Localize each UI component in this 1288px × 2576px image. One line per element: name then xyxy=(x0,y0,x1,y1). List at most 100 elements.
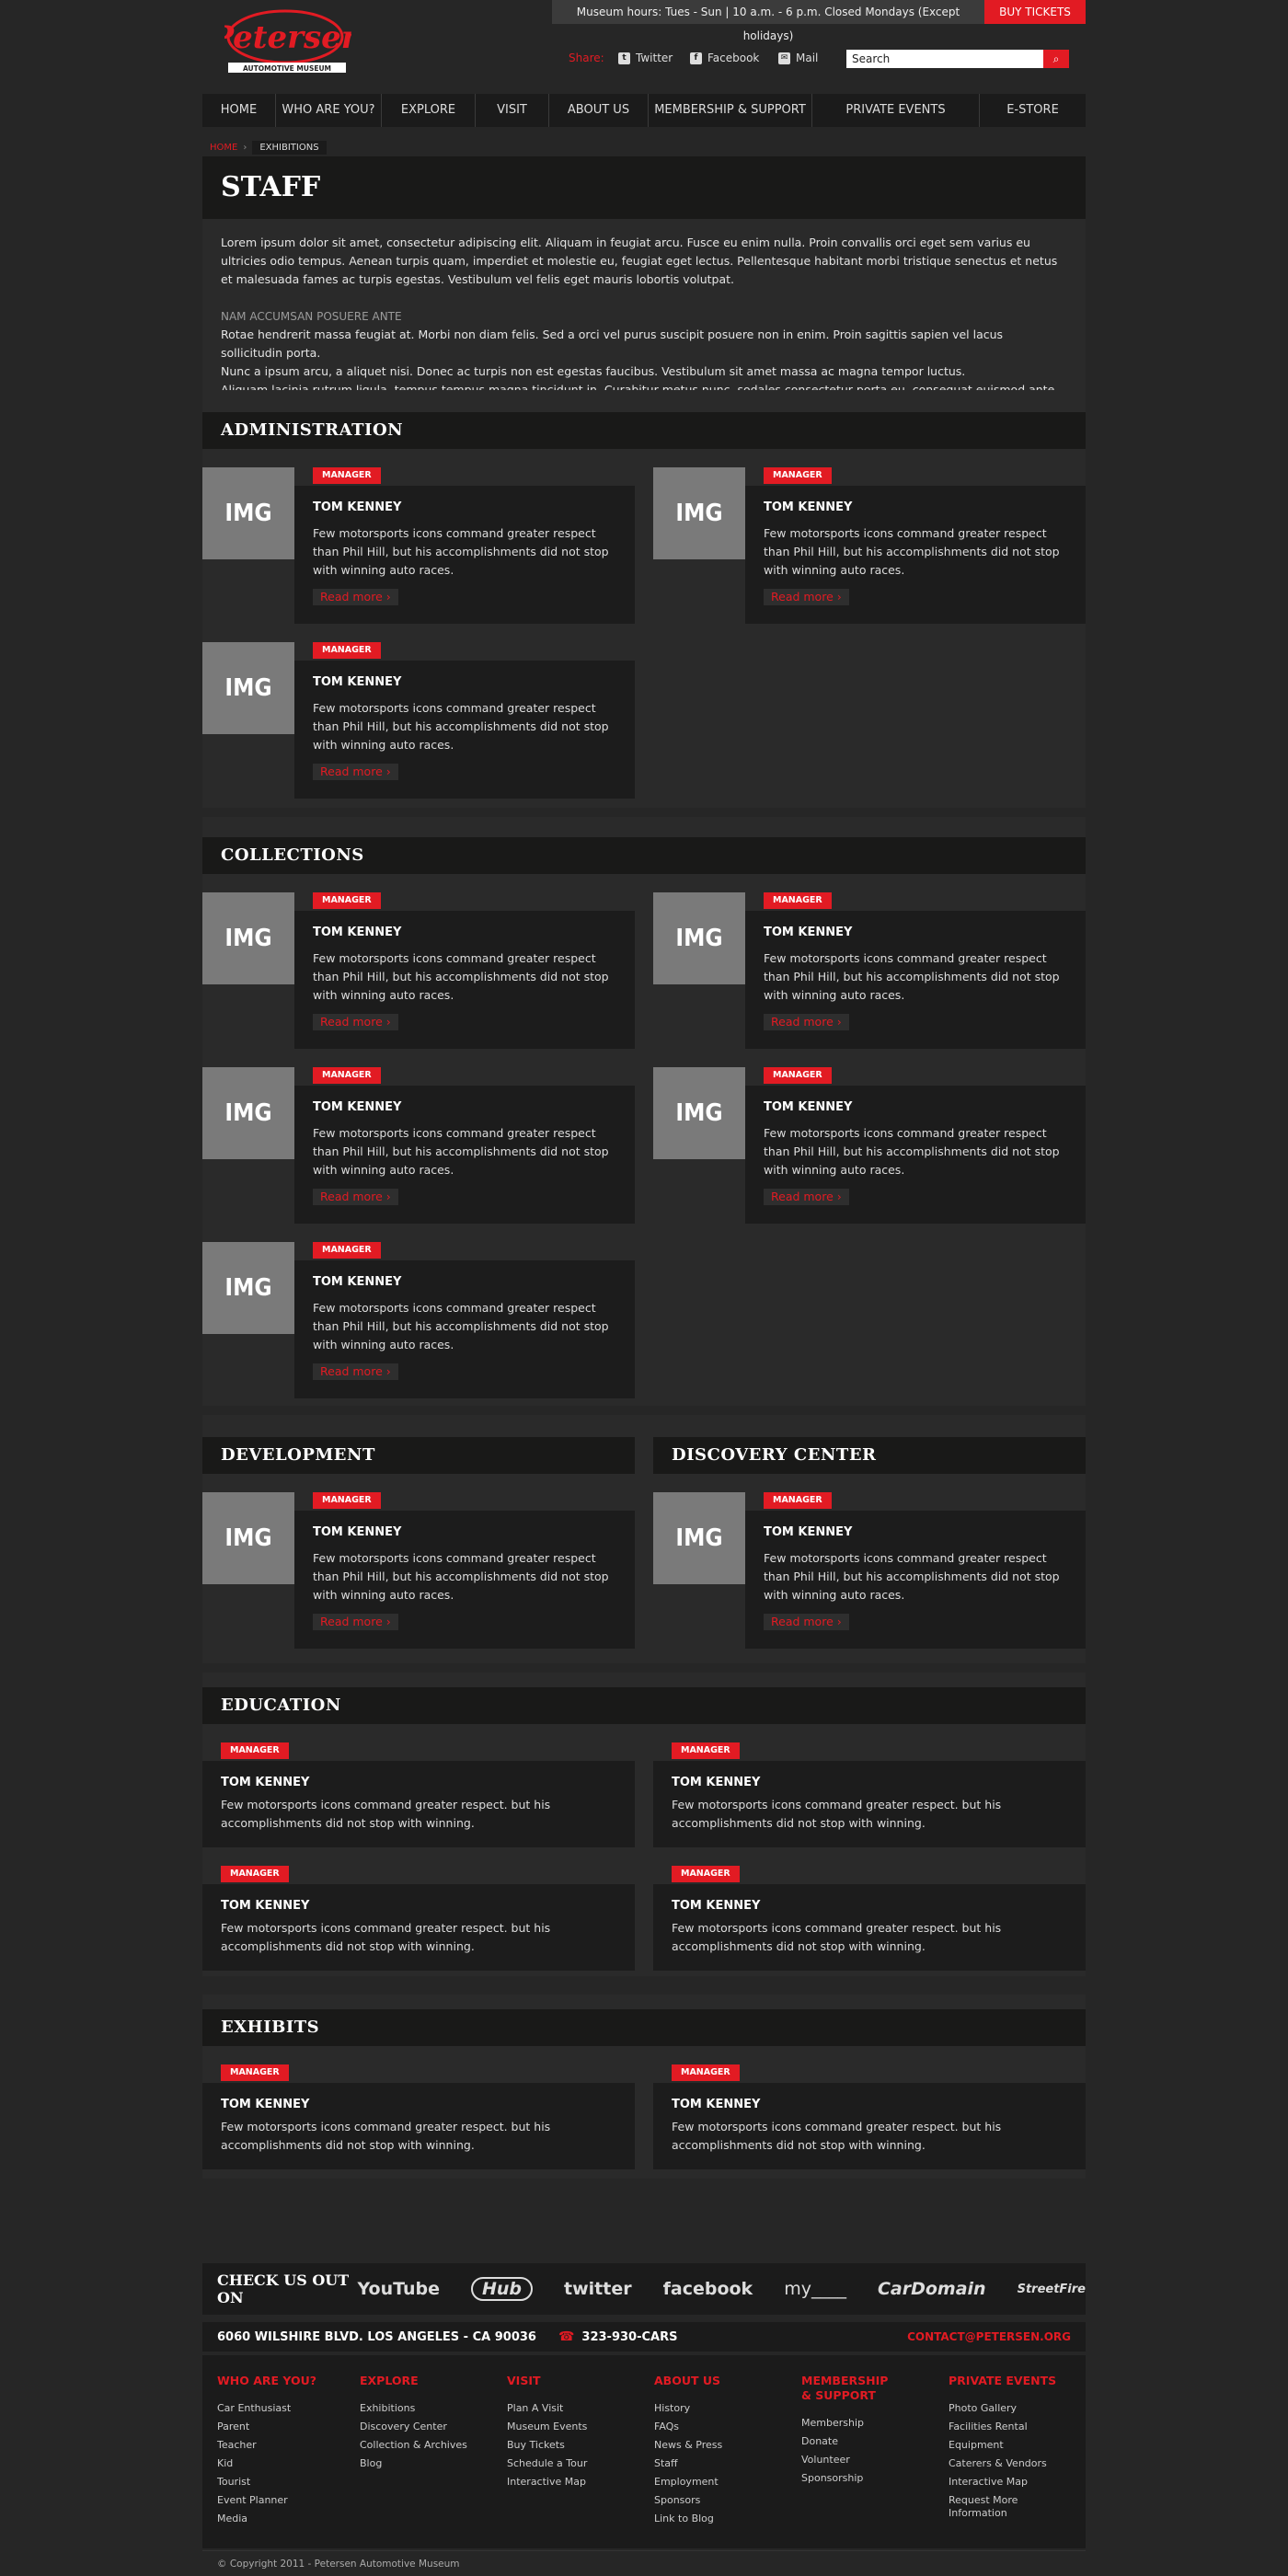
nav-e-store[interactable]: E-STORE xyxy=(980,94,1086,127)
read-more-link[interactable]: Read more › xyxy=(764,1189,849,1205)
footer-link[interactable]: Staff xyxy=(654,2455,792,2473)
read-more-link[interactable]: Read more › xyxy=(313,589,398,605)
footer-link[interactable]: Request More Information xyxy=(949,2491,1059,2520)
role-badge: MANAGER xyxy=(313,892,381,909)
twitter-logo[interactable]: twitter xyxy=(564,2279,632,2299)
read-more-link[interactable]: Read more › xyxy=(313,1014,398,1030)
footer-link[interactable]: Schedule a Tour xyxy=(507,2455,645,2473)
footer-column: EXPLORE Exhibitions Discovery Center Col… xyxy=(360,2374,498,2473)
nav-membership-support[interactable]: MEMBERSHIP & SUPPORT xyxy=(649,94,812,127)
footer-link[interactable]: Discovery Center xyxy=(360,2418,498,2436)
staff-description: Few motorsports icons command greater re… xyxy=(313,1551,609,1602)
footer-link[interactable]: Donate xyxy=(801,2432,893,2451)
nav-visit[interactable]: VISIT xyxy=(476,94,549,127)
buy-tickets-button[interactable]: BUY TICKETS xyxy=(984,0,1086,24)
footer-link[interactable]: Kid xyxy=(217,2455,355,2473)
staff-photo: IMG xyxy=(202,1492,294,1584)
footer-link[interactable]: Teacher xyxy=(217,2436,355,2455)
footer-link[interactable]: Car Enthusiast xyxy=(217,2399,355,2418)
petersen-logo[interactable]: Petersen AUTOMOTIVE MUSEUM xyxy=(209,6,364,75)
staff-card: IMG MANAGER TOM KENNEY Few motorsports i… xyxy=(653,1067,1086,1224)
footer-link[interactable]: Buy Tickets xyxy=(507,2436,645,2455)
nav-about-us[interactable]: ABOUT US xyxy=(549,94,649,127)
footer-link[interactable]: Media xyxy=(217,2510,355,2528)
share-facebook[interactable]: f Facebook xyxy=(690,52,759,64)
role-badge: MANAGER xyxy=(672,1866,740,1882)
read-more-link[interactable]: Read more › xyxy=(764,1614,849,1630)
staff-name: TOM KENNEY xyxy=(313,1100,402,1114)
footer-column-title[interactable]: PRIVATE EVENTS xyxy=(949,2374,1059,2388)
read-more-link[interactable]: Read more › xyxy=(313,1189,398,1205)
section-title: EDUCATION xyxy=(221,1696,341,1715)
footer-link[interactable]: Interactive Map xyxy=(507,2473,645,2491)
section-title: ADMINISTRATION xyxy=(221,420,404,440)
footer-column-title[interactable]: MEMBERSHIP & SUPPORT xyxy=(801,2374,893,2403)
staff-name: TOM KENNEY xyxy=(672,1776,761,1789)
cardomain-logo[interactable]: CarDomain xyxy=(878,2279,986,2299)
staff-description: Few motorsports icons command greater re… xyxy=(764,1551,1060,1602)
role-badge: MANAGER xyxy=(764,1067,832,1084)
footer-link[interactable]: Membership xyxy=(801,2414,893,2432)
staff-photo: IMG xyxy=(653,892,745,984)
myspace-logo[interactable]: my____ xyxy=(784,2279,846,2299)
share-twitter[interactable]: t Twitter xyxy=(618,52,673,64)
nav-explore[interactable]: EXPLORE xyxy=(382,94,476,127)
footer-link[interactable]: Collection & Archives xyxy=(360,2436,498,2455)
footer-link[interactable]: Sponsorship xyxy=(801,2469,893,2488)
twitter-icon: t xyxy=(618,52,630,64)
footer-column: ABOUT US History FAQs News & Press Staff… xyxy=(654,2374,792,2528)
footer-link[interactable]: Blog xyxy=(360,2455,498,2473)
read-more-link[interactable]: Read more › xyxy=(764,589,849,605)
footer-column-title[interactable]: WHO ARE YOU? xyxy=(217,2374,355,2388)
footer-link[interactable]: Photo Gallery xyxy=(949,2399,1059,2418)
share-mail[interactable]: ✉ Mail xyxy=(778,52,818,64)
footer-link[interactable]: Facilities Rental xyxy=(949,2418,1059,2436)
role-badge: MANAGER xyxy=(221,1742,289,1759)
hub-logo[interactable]: Hub xyxy=(471,2277,534,2301)
footer-link[interactable]: Sponsors xyxy=(654,2491,792,2510)
footer-link[interactable]: Event Planner xyxy=(217,2491,355,2510)
streetfire-logo[interactable]: StreetFire xyxy=(1018,2283,1086,2296)
page-title: STAFF xyxy=(221,171,321,203)
youtube-logo[interactable]: YouTube xyxy=(358,2279,440,2299)
footer-link[interactable]: History xyxy=(654,2399,792,2418)
read-more-link[interactable]: Read more › xyxy=(313,1363,398,1380)
social-bar: CHECK US OUT ON YouTube Hub twitter face… xyxy=(202,2263,1086,2315)
staff-name: TOM KENNEY xyxy=(764,500,853,514)
search-input[interactable] xyxy=(846,50,1043,68)
read-more-link[interactable]: Read more › xyxy=(764,1014,849,1030)
staff-name: TOM KENNEY xyxy=(313,675,402,689)
staff-description: Few motorsports icons command greater re… xyxy=(764,1126,1060,1177)
footer-link[interactable]: Plan A Visit xyxy=(507,2399,645,2418)
footer-link[interactable]: Tourist xyxy=(217,2473,355,2491)
breadcrumb-home[interactable]: HOME xyxy=(210,143,237,153)
footer-link[interactable]: Volunteer xyxy=(801,2451,893,2469)
read-more-link[interactable]: Read more › xyxy=(313,764,398,780)
footer-link[interactable]: Employment xyxy=(654,2473,792,2491)
footer-link[interactable]: Equipment xyxy=(949,2436,1059,2455)
footer-link[interactable]: Interactive Map xyxy=(949,2473,1059,2491)
nav-home[interactable]: HOME xyxy=(202,94,276,127)
footer-link[interactable]: FAQs xyxy=(654,2418,792,2436)
staff-description: Few motorsports icons command greater re… xyxy=(672,2120,1002,2152)
staff-description: Few motorsports icons command greater re… xyxy=(313,951,609,1002)
nav-who-are-you[interactable]: WHO ARE YOU? xyxy=(276,94,382,127)
footer-link[interactable]: Caterers & Vendors xyxy=(949,2455,1059,2473)
staff-photo: IMG xyxy=(653,467,745,559)
footer-link[interactable]: Exhibitions xyxy=(360,2399,498,2418)
search-button[interactable]: ⌕ xyxy=(1043,50,1069,68)
footer-link[interactable]: Parent xyxy=(217,2418,355,2436)
staff-description: Few motorsports icons command greater re… xyxy=(313,1301,609,1351)
footer-link[interactable]: News & Press xyxy=(654,2436,792,2455)
footer-column-title[interactable]: VISIT xyxy=(507,2374,645,2388)
read-more-link[interactable]: Read more › xyxy=(313,1614,398,1630)
intro-paragraph: Nunc a ipsum arcu, a aliquet nisi. Donec… xyxy=(221,364,966,378)
footer-link[interactable]: Museum Events xyxy=(507,2418,645,2436)
footer-link[interactable]: Link to Blog xyxy=(654,2510,792,2528)
nav-private-events[interactable]: PRIVATE EVENTS xyxy=(812,94,980,127)
staff-name: TOM KENNEY xyxy=(313,1275,402,1289)
facebook-logo[interactable]: facebook xyxy=(663,2279,753,2299)
contact-email[interactable]: CONTACT@PETERSEN.ORG xyxy=(907,2330,1086,2343)
footer-column-title[interactable]: EXPLORE xyxy=(360,2374,498,2388)
footer-column-title[interactable]: ABOUT US xyxy=(654,2374,792,2388)
